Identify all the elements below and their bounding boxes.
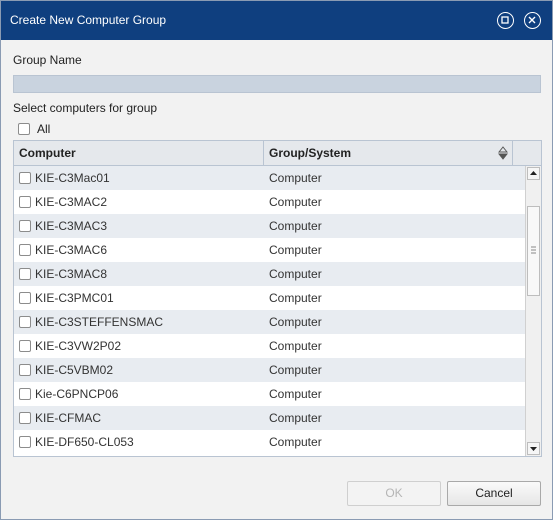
dialog-titlebar: Create New Computer Group [1, 1, 552, 40]
grid-rows: KIE-C3Mac01 Computer KIE-C3MAC2 Computer… [14, 166, 525, 456]
table-row[interactable]: KIE-C3STEFFENSMAC Computer [14, 310, 525, 334]
table-row[interactable]: KIE-DF650-CL053 Computer [14, 430, 525, 454]
row-checkbox[interactable] [19, 220, 31, 232]
row-checkbox[interactable] [19, 436, 31, 448]
select-computers-label: Select computers for group [13, 101, 158, 115]
computer-name: KIE-C3MAC8 [35, 267, 108, 281]
table-row[interactable]: KIE-C3MAC3 Computer [14, 214, 525, 238]
row-checkbox[interactable] [19, 364, 31, 376]
close-icon[interactable] [524, 12, 541, 29]
select-all-checkbox[interactable] [18, 123, 30, 135]
row-checkbox[interactable] [19, 412, 31, 424]
computer-type: Computer [269, 315, 322, 329]
row-checkbox[interactable] [19, 340, 31, 352]
computer-name: KIE-C3MAC2 [35, 195, 108, 209]
grid-scrollbar[interactable] [525, 166, 541, 456]
row-checkbox[interactable] [19, 268, 31, 280]
table-row[interactable]: Kie-C6PNCP06 Computer [14, 382, 525, 406]
table-row[interactable]: KIE-C3VW2P02 Computer [14, 334, 525, 358]
computer-type: Computer [269, 363, 322, 377]
grid-header: Computer Group/System [14, 141, 541, 166]
group-name-input[interactable] [13, 75, 541, 93]
select-all-label: All [37, 122, 51, 136]
cancel-button[interactable]: Cancel [447, 481, 541, 506]
computer-name: Kie-C6PNCP06 [35, 387, 119, 401]
row-checkbox[interactable] [19, 172, 31, 184]
computer-type: Computer [269, 219, 322, 233]
computer-type: Computer [269, 435, 322, 449]
ok-button[interactable]: OK [347, 481, 441, 506]
computer-type: Computer [269, 267, 322, 281]
computer-name: KIE-C3STEFFENSMAC [35, 315, 164, 329]
computer-type: Computer [269, 171, 322, 185]
computer-name: KIE-C3Mac01 [35, 171, 110, 185]
sort-updown-icon[interactable] [498, 146, 508, 160]
scroll-down-arrow-icon[interactable] [527, 442, 540, 455]
computer-name: KIE-C3MAC6 [35, 243, 108, 257]
table-row[interactable]: KIE-C3MAC6 Computer [14, 238, 525, 262]
restore-icon[interactable] [497, 12, 514, 29]
create-group-dialog: Create New Computer Group Group Name Sel… [0, 0, 553, 520]
table-row[interactable]: KIE-C3MAC8 Computer [14, 262, 525, 286]
dialog-title: Create New Computer Group [10, 13, 167, 27]
column-header-computer[interactable]: Computer [14, 141, 264, 165]
table-row[interactable]: KIE-C3MAC2 Computer [14, 190, 525, 214]
computer-type: Computer [269, 411, 322, 425]
computer-type: Computer [269, 339, 322, 353]
computer-type: Computer [269, 387, 322, 401]
scroll-up-arrow-icon[interactable] [527, 167, 540, 180]
row-checkbox[interactable] [19, 196, 31, 208]
row-checkbox[interactable] [19, 316, 31, 328]
computer-name: KIE-C3MAC3 [35, 219, 108, 233]
computer-name: KIE-C5VBM02 [35, 363, 114, 377]
computer-type: Computer [269, 195, 322, 209]
table-row[interactable]: KIE-C3Mac01 Computer [14, 166, 525, 190]
table-row[interactable]: KIE-C3PMC01 Computer [14, 286, 525, 310]
scrollbar-thumb[interactable] [527, 206, 540, 296]
computer-name: KIE-DF650-CL053 [35, 435, 134, 449]
computer-name: KIE-C3PMC01 [35, 291, 114, 305]
computer-name: KIE-CFMAC [35, 411, 101, 425]
group-name-label: Group Name [13, 53, 82, 67]
computer-type: Computer [269, 291, 322, 305]
row-checkbox[interactable] [19, 292, 31, 304]
column-header-group-system[interactable]: Group/System [264, 141, 513, 165]
row-checkbox[interactable] [19, 388, 31, 400]
table-row[interactable]: KIE-CFMAC Computer [14, 406, 525, 430]
computer-type: Computer [269, 243, 322, 257]
computer-name: KIE-C3VW2P02 [35, 339, 122, 353]
row-checkbox[interactable] [19, 244, 31, 256]
table-row[interactable]: KIE-C5VBM02 Computer [14, 358, 525, 382]
computers-grid: Computer Group/System KIE-C3Mac01 Comput… [13, 140, 542, 457]
